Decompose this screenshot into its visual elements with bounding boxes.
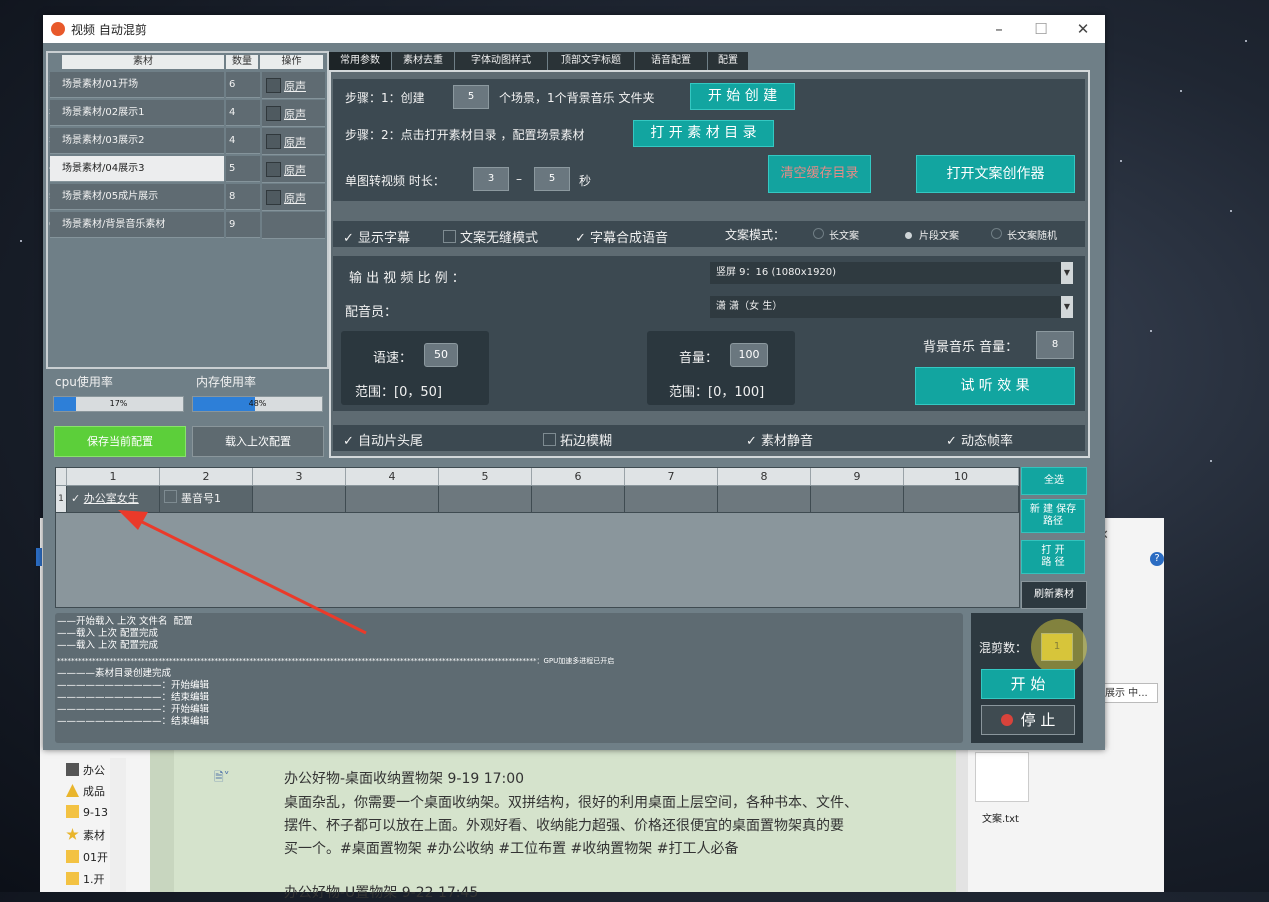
arrow-head [118,510,148,530]
annotation-arrow [118,510,367,635]
arrow-line [131,515,367,635]
